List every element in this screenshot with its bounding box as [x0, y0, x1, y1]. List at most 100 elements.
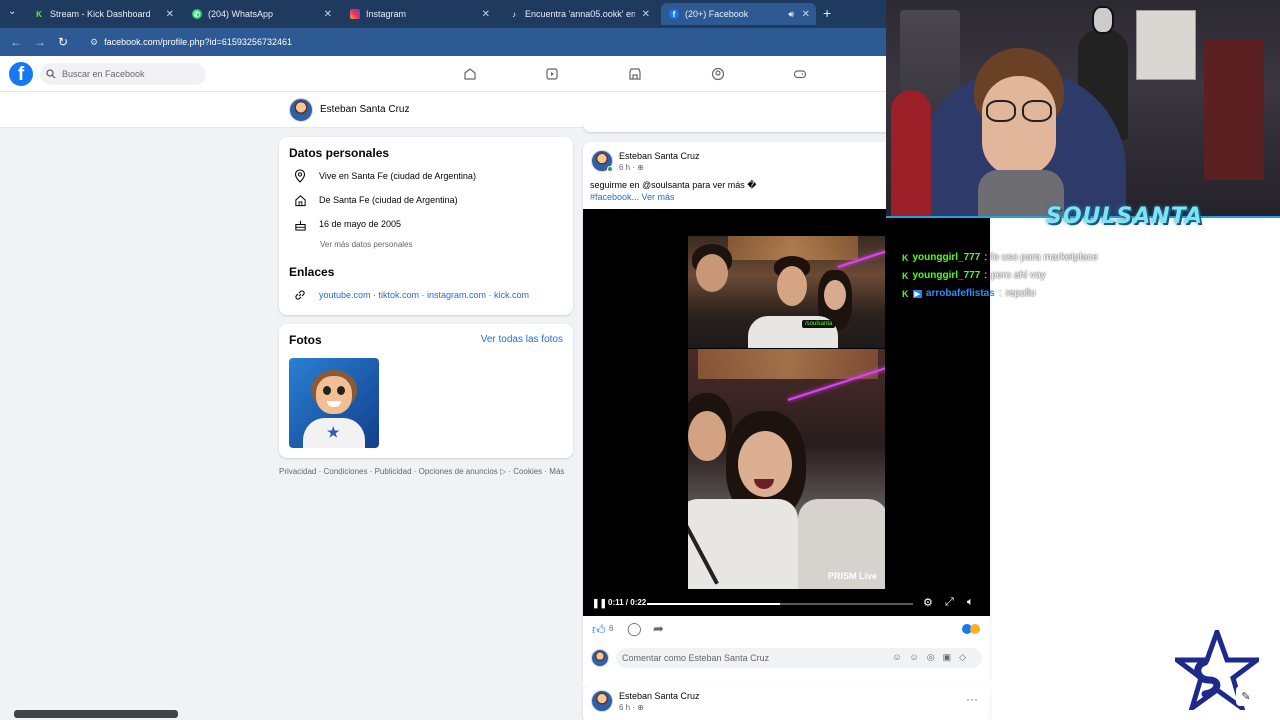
close-tab-icon[interactable]: ✕ — [642, 9, 650, 20]
edit-icon[interactable]: ✎ — [1236, 686, 1256, 706]
second-post-card: Esteban Santa Cruz 6 h · ⊕ ··· — [583, 684, 990, 720]
video-clip-bottom: PRISM Live — [688, 349, 885, 589]
comment-input[interactable]: Comentar como Esteban Santa Cruz ☺☺◎▣◇ — [616, 648, 982, 668]
fullscreen-icon[interactable]: ⤢ — [945, 596, 954, 609]
lives-in-row: Vive en Santa Fe (ciudad de Argentina) — [293, 169, 476, 183]
chat-message: K younggirl_777 : lo uso para marketplac… — [902, 252, 1098, 263]
tab-facebook[interactable]: f (20+) Facebook 🔊︎ ✕ — [661, 3, 816, 25]
groups-icon[interactable] — [711, 67, 725, 81]
video-icon[interactable] — [545, 67, 559, 81]
post2-author-avatar[interactable] — [591, 690, 613, 712]
birthday-text: 16 de mayo de 2005 — [319, 219, 402, 229]
kick-watermark: /soulsanta — [802, 320, 836, 328]
facebook-icon: f — [669, 9, 679, 19]
post-timestamp[interactable]: 6 h · ⊕ — [619, 163, 644, 172]
url-text: facebook.com/profile.php?id=615932567324… — [104, 37, 292, 47]
post-time-text: 6 h · — [619, 163, 638, 172]
tab-title: Stream - Kick Dashboard — [50, 9, 151, 19]
video-controls: ❚❚ 0:11 / 0:22 ⚙ ⤢ 🔈︎ — [583, 590, 990, 616]
location-pin-icon — [293, 169, 307, 183]
subscriber-badge-icon: ▶ — [912, 289, 922, 298]
chat-text: pero ahi voy — [991, 270, 1046, 281]
links-row: youtube.com · tiktok.com · instagram.com… — [293, 288, 529, 302]
tab-list-chevron-icon[interactable]: ⌄ — [8, 6, 16, 17]
speaker-icon[interactable]: 🔊︎ — [788, 9, 794, 20]
kick-badge-icon: K — [902, 270, 909, 281]
forward-arrow-icon[interactable]: → — [34, 35, 46, 49]
birthday-row: 16 de mayo de 2005 — [293, 217, 401, 231]
post2-time-text: 6 h · — [619, 703, 638, 712]
chat-username: younggirl_777 — [912, 270, 981, 281]
tab-title: (20+) Facebook — [685, 9, 749, 19]
close-tab-icon[interactable]: ✕ — [166, 9, 174, 20]
close-tab-icon[interactable]: ✕ — [802, 9, 810, 20]
see-more-link[interactable]: ... Ver más — [632, 192, 675, 202]
photos-card: Fotos Ver todas las fotos ★ — [279, 324, 573, 458]
post-caption: seguirme en @soulsanta para ver más � — [590, 180, 757, 190]
profile-name[interactable]: Esteban Santa Cruz — [320, 104, 410, 115]
tab-instagram[interactable]: Instagram ✕ — [342, 3, 496, 25]
photos-title: Fotos — [289, 333, 322, 347]
volume-icon[interactable]: 🔈︎ — [967, 596, 974, 609]
chat-username: arrobafeflistas — [925, 288, 995, 299]
tab-kick-dashboard[interactable]: K Stream - Kick Dashboard ✕ — [26, 3, 180, 25]
post2-author-name[interactable]: Esteban Santa Cruz — [619, 691, 700, 701]
external-links[interactable]: youtube.com · tiktok.com · instagram.com… — [319, 290, 529, 300]
cake-icon — [293, 217, 307, 231]
chat-separator: : — [998, 288, 1002, 299]
home-icon — [293, 193, 307, 207]
tab-whatsapp[interactable]: ✆ (204) WhatsApp ✕ — [184, 3, 338, 25]
comment-tool-icons[interactable]: ☺☺◎▣◇ — [892, 652, 974, 663]
public-globe-icon: ⊕ — [637, 163, 644, 172]
tab-title: Instagram — [366, 9, 407, 19]
star-logo-icon: ★ — [327, 424, 340, 440]
post-text: seguirme en @soulsanta para ver más � #f… — [590, 179, 756, 203]
see-more-personal-link[interactable]: Ver más datos personales — [320, 240, 413, 249]
close-tab-icon[interactable]: ✕ — [324, 9, 332, 20]
comment-icon[interactable]: ◯ — [627, 621, 642, 637]
links-title: Enlaces — [289, 265, 335, 279]
home-icon[interactable] — [463, 67, 477, 81]
chat-text: repollo — [1005, 288, 1036, 299]
kick-icon: K — [36, 9, 42, 19]
url-field[interactable]: ⚙ facebook.com/profile.php?id=6159325673… — [84, 33, 880, 51]
prism-live-watermark: PRISM Live — [827, 571, 877, 581]
video-progress-bar[interactable] — [647, 603, 913, 605]
video-progress-fill — [647, 603, 780, 605]
back-arrow-icon[interactable]: ← — [10, 35, 22, 49]
new-tab-button[interactable]: + — [823, 5, 831, 21]
lives-in-text: Vive en Santa Fe (ciudad de Argentina) — [319, 171, 476, 181]
chat-username: younggirl_777 — [912, 252, 981, 263]
search-icon — [46, 69, 56, 79]
footer-links[interactable]: Privacidad · Condiciones · Publicidad · … — [279, 467, 564, 476]
post-author-name[interactable]: Esteban Santa Cruz — [619, 151, 700, 161]
instagram-icon — [350, 9, 360, 19]
search-input[interactable]: Buscar en Facebook — [40, 63, 206, 85]
tab-tiktok[interactable]: ♪ Encuentra 'anna05.ookk' en Ti... ✕ — [501, 3, 656, 25]
site-settings-icon[interactable]: ⚙ — [90, 37, 98, 48]
photo-thumbnail[interactable]: ★ — [289, 358, 379, 448]
share-icon[interactable]: ➦ — [653, 621, 664, 637]
webcam-overlay — [886, 0, 1280, 218]
like-icon[interactable]: 👍︎ — [592, 622, 606, 638]
from-text: De Santa Fe (ciudad de Argentina) — [319, 195, 458, 205]
reload-icon[interactable]: ↻ — [58, 35, 68, 49]
chat-message: K younggirl_777 : pero ahi voy — [902, 270, 1046, 281]
settings-gear-icon[interactable]: ⚙ — [923, 596, 933, 609]
close-tab-icon[interactable]: ✕ — [482, 9, 490, 20]
chat-message: K ▶ arrobafeflistas : repollo — [902, 288, 1036, 299]
intro-card: Datos personales Vive en Santa Fe (ciuda… — [279, 137, 573, 315]
post2-timestamp[interactable]: 6 h · ⊕ — [619, 703, 644, 712]
facebook-logo-icon[interactable]: f — [9, 62, 33, 86]
horizontal-scrollbar[interactable] — [14, 710, 178, 718]
profile-avatar[interactable] — [289, 98, 313, 122]
comment-placeholder: Comentar como Esteban Santa Cruz — [622, 653, 770, 663]
post-options-icon[interactable]: ··· — [966, 692, 978, 706]
chat-separator: : — [984, 270, 988, 281]
marketplace-icon[interactable] — [628, 67, 642, 81]
post-hashtag[interactable]: #facebook — [590, 192, 632, 202]
pause-icon[interactable]: ❚❚ — [592, 598, 607, 609]
video-time: 0:11 / 0:22 — [608, 598, 647, 607]
see-all-photos-link[interactable]: Ver todas las fotos — [481, 334, 563, 345]
gaming-icon[interactable] — [793, 67, 807, 81]
